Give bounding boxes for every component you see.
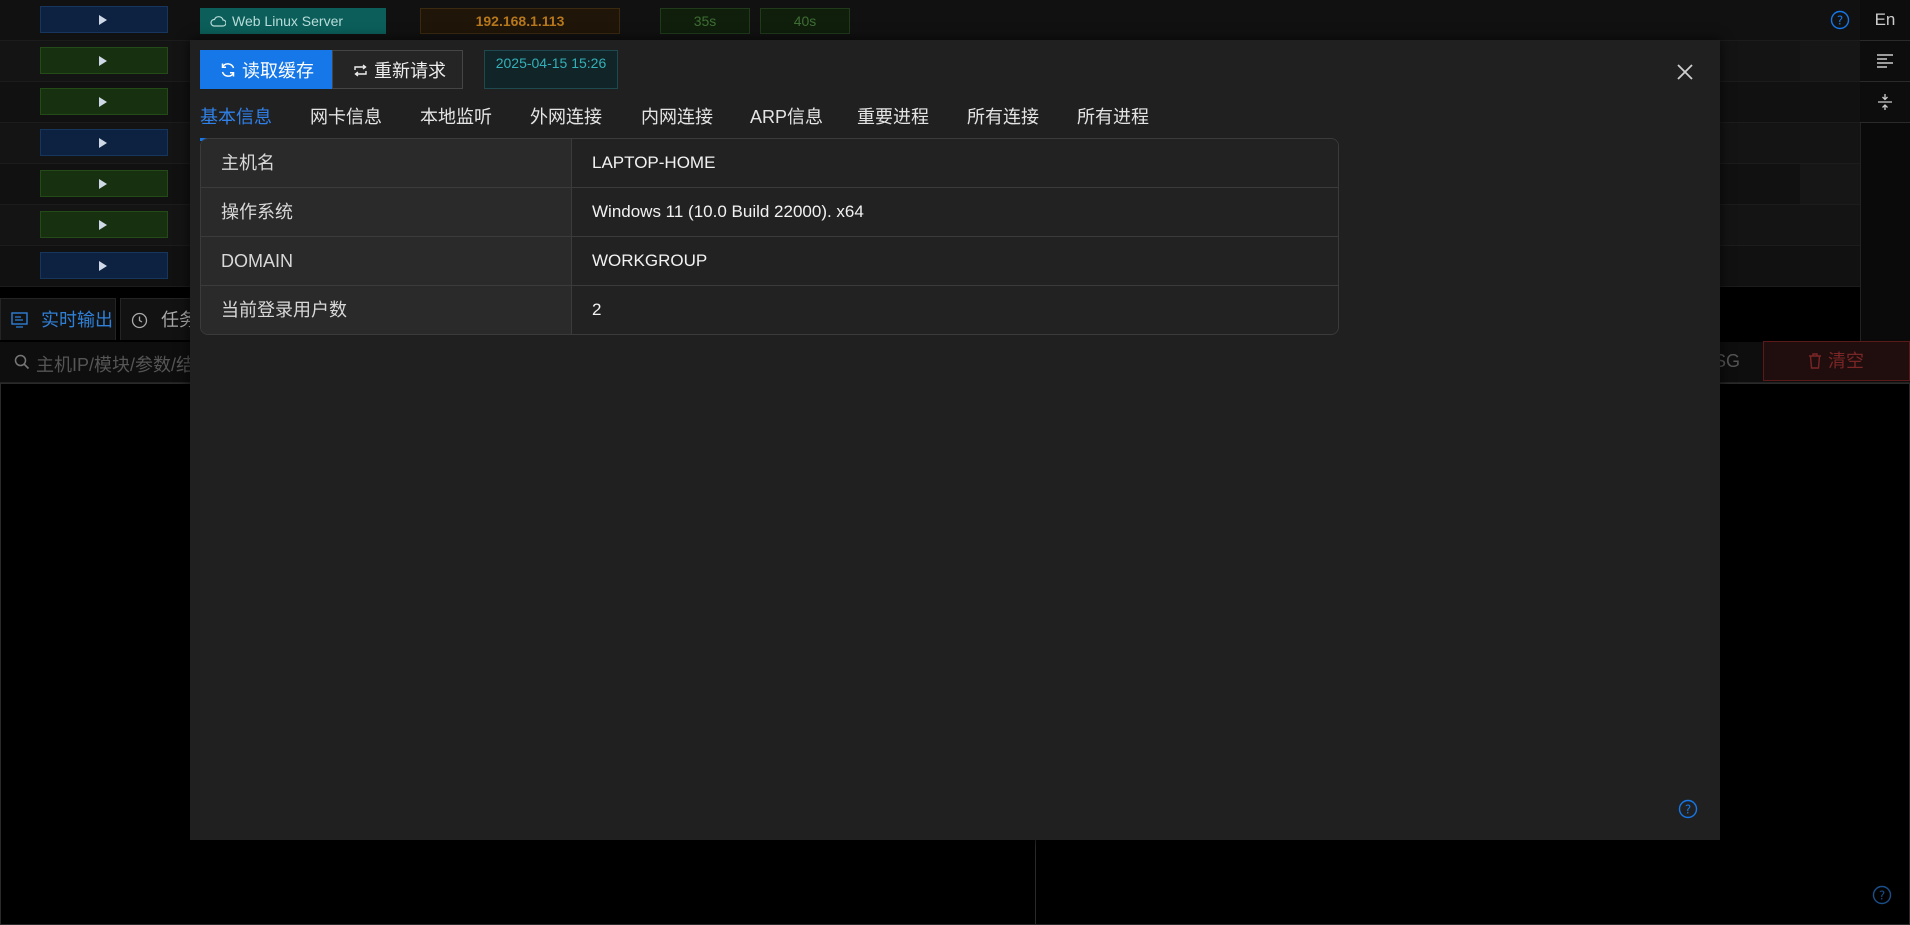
- interval-time: 40s: [760, 8, 850, 34]
- collapse-button[interactable]: [1860, 82, 1910, 123]
- tab-realtime-output[interactable]: 实时输出: [0, 298, 116, 340]
- search-input[interactable]: 主机IP/模块/参数/结: [36, 351, 194, 377]
- logged-in-users-label: 当前登录用户数: [201, 286, 572, 334]
- tab-tasks[interactable]: 任务: [120, 298, 200, 340]
- clear-button-label: 清空: [1828, 351, 1864, 371]
- ip-address[interactable]: 192.168.1.113: [420, 8, 620, 34]
- delete-icon: [1809, 353, 1821, 369]
- caret-right-icon: [99, 97, 107, 107]
- expand-button[interactable]: [40, 47, 168, 74]
- history-icon: [131, 312, 148, 329]
- help-icon[interactable]: ?: [1678, 799, 1698, 819]
- hostname-value: LAPTOP-HOME: [572, 139, 1338, 187]
- svg-text:?: ?: [1837, 14, 1843, 28]
- expand-button[interactable]: [40, 88, 168, 115]
- server-tag-label: Web Linux Server: [232, 13, 344, 29]
- svg-text:?: ?: [1879, 889, 1885, 903]
- vertical-align-middle-icon: [1878, 94, 1892, 110]
- expand-button[interactable]: [40, 6, 168, 33]
- row-action-cell: [1800, 41, 1860, 81]
- re-request-label: 重新请求: [374, 60, 446, 81]
- tab-all-processes[interactable]: 所有进程: [1077, 102, 1149, 138]
- expand-button[interactable]: [40, 252, 168, 279]
- help-icon[interactable]: ?: [1872, 885, 1892, 905]
- read-cache-label: 读取缓存: [242, 60, 314, 81]
- logged-in-users-value: 2: [572, 286, 1338, 334]
- tab-nic-info[interactable]: 网卡信息: [310, 102, 382, 138]
- clear-button[interactable]: 清空: [1763, 341, 1910, 381]
- sync-icon: [221, 63, 235, 77]
- caret-right-icon: [99, 56, 107, 66]
- row-action-cell: [1800, 164, 1860, 204]
- host-row: Web Linux Server 192.168.1.113 35s 40s ?: [0, 0, 1860, 41]
- close-icon[interactable]: [1675, 62, 1695, 82]
- os-value: Windows 11 (10.0 Build 22000). x64: [572, 188, 1338, 236]
- tab-external-connections[interactable]: 外网连接: [530, 102, 602, 138]
- expand-button[interactable]: [40, 211, 168, 238]
- caret-right-icon: [99, 220, 107, 230]
- server-tag: Web Linux Server: [200, 8, 386, 34]
- cloud-icon: [210, 16, 226, 27]
- monitor-icon: [11, 312, 28, 328]
- caret-right-icon: [99, 15, 107, 25]
- table-row: DOMAIN WORKGROUP: [201, 237, 1338, 286]
- host-info-modal: 读取缓存 重新请求 2025-04-15 15:26 基本信息 网卡信息 本地监…: [190, 40, 1720, 840]
- tab-arp-info[interactable]: ARP信息: [750, 102, 823, 138]
- re-request-button[interactable]: 重新请求: [332, 50, 463, 89]
- expand-button[interactable]: [40, 129, 168, 156]
- tab-local-listening[interactable]: 本地监听: [420, 102, 492, 138]
- table-row: 主机名 LAPTOP-HOME: [201, 139, 1338, 188]
- caret-right-icon: [99, 138, 107, 148]
- svg-text:?: ?: [1685, 803, 1691, 817]
- caret-right-icon: [99, 261, 107, 271]
- response-time: 35s: [660, 8, 750, 34]
- retweet-icon: [354, 64, 367, 77]
- language-button[interactable]: En: [1860, 0, 1910, 41]
- os-label: 操作系统: [201, 188, 572, 236]
- domain-value: WORKGROUP: [572, 237, 1338, 285]
- tab-important-processes[interactable]: 重要进程: [857, 102, 929, 138]
- tab-all-connections[interactable]: 所有连接: [967, 102, 1039, 138]
- domain-label: DOMAIN: [201, 237, 572, 285]
- menu-button[interactable]: [1860, 41, 1910, 82]
- expand-button[interactable]: [40, 170, 168, 197]
- caret-right-icon: [99, 179, 107, 189]
- read-cache-button[interactable]: 读取缓存: [200, 50, 332, 89]
- align-left-icon: [1877, 54, 1893, 68]
- search-icon: [14, 354, 30, 370]
- hostname-label: 主机名: [201, 139, 572, 187]
- basic-info-table: 主机名 LAPTOP-HOME 操作系统 Windows 11 (10.0 Bu…: [200, 138, 1339, 335]
- cache-timestamp: 2025-04-15 15:26: [484, 50, 618, 89]
- table-row: 操作系统 Windows 11 (10.0 Build 22000). x64: [201, 188, 1338, 237]
- tab-internal-connections[interactable]: 内网连接: [641, 102, 713, 138]
- tab-label: 实时输出: [41, 310, 113, 330]
- help-icon[interactable]: ?: [1830, 10, 1850, 30]
- tab-basic-info[interactable]: 基本信息: [200, 102, 272, 141]
- table-row: 当前登录用户数 2: [201, 286, 1338, 334]
